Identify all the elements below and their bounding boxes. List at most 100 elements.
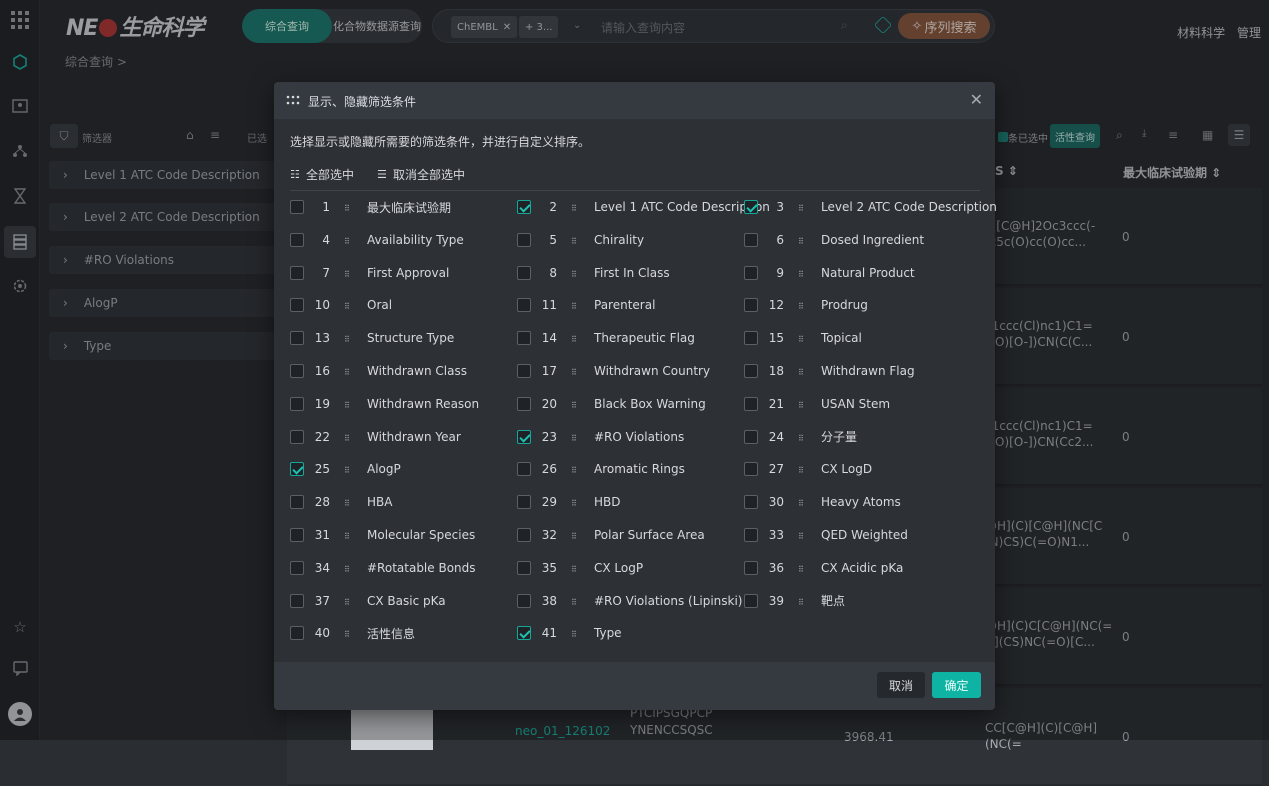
drag-handle-icon[interactable]: ⠿ (798, 533, 808, 537)
drag-handle-icon[interactable]: ⠿ (798, 303, 808, 307)
filter-option[interactable]: 22⠿Withdrawn Year (290, 427, 461, 447)
checkbox[interactable] (517, 561, 531, 575)
confirm-button[interactable]: 确定 (932, 672, 981, 698)
drag-handle-icon[interactable]: ⠿ (571, 566, 581, 570)
filter-option[interactable]: 5⠿Chirality (517, 230, 644, 250)
drag-handle-icon[interactable]: ⠿ (344, 631, 354, 635)
checkbox[interactable] (290, 200, 304, 214)
filter-option[interactable]: 7⠿First Approval (290, 263, 449, 283)
drag-handle-icon[interactable]: ⠿ (571, 500, 581, 504)
drag-handle-icon[interactable]: ⠿ (798, 238, 808, 242)
drag-handle-icon[interactable]: ⠿ (798, 566, 808, 570)
checkbox[interactable] (290, 331, 304, 345)
drag-handle-icon[interactable]: ⠿ (798, 435, 808, 439)
checkbox[interactable] (744, 397, 758, 411)
checkbox[interactable] (517, 364, 531, 378)
drag-handle-icon[interactable]: ⠿ (344, 205, 354, 209)
filter-option[interactable]: 16⠿Withdrawn Class (290, 361, 467, 381)
checkbox[interactable] (290, 462, 304, 476)
checkbox[interactable] (744, 266, 758, 280)
filter-option[interactable]: 20⠿Black Box Warning (517, 394, 706, 414)
drag-handle-icon[interactable]: ⠿ (571, 205, 581, 209)
drag-handle-icon[interactable]: ⠿ (571, 533, 581, 537)
drag-handle-icon[interactable]: ⠿ (344, 271, 354, 275)
checkbox[interactable] (517, 331, 531, 345)
select-all-button[interactable]: ☷全部选中 (290, 166, 354, 183)
drag-handle-icon[interactable]: ⠿ (571, 336, 581, 340)
filter-option[interactable]: 26⠿Aromatic Rings (517, 459, 685, 479)
filter-option[interactable]: 11⠿Parenteral (517, 295, 655, 315)
checkbox[interactable] (290, 397, 304, 411)
deselect-all-button[interactable]: ☰取消全部选中 (377, 166, 465, 183)
filter-option[interactable]: 15⠿Topical (744, 328, 862, 348)
drag-handle-icon[interactable]: ⠿ (571, 435, 581, 439)
checkbox[interactable] (517, 430, 531, 444)
drag-handle-icon[interactable]: ⠿ (571, 303, 581, 307)
filter-option[interactable]: 38⠿#RO Violations (Lipinski) (517, 591, 743, 611)
drag-handle-icon[interactable]: ⠿ (571, 238, 581, 242)
filter-option[interactable]: 18⠿Withdrawn Flag (744, 361, 915, 381)
filter-option[interactable]: 2⠿Level 1 ATC Code Description (517, 197, 770, 217)
checkbox[interactable] (744, 233, 758, 247)
filter-option[interactable]: 12⠿Prodrug (744, 295, 868, 315)
checkbox[interactable] (290, 561, 304, 575)
drag-handle-icon[interactable]: ⠿ (344, 369, 354, 373)
drag-handle-icon[interactable]: ⠿ (344, 599, 354, 603)
filter-option[interactable]: 8⠿First In Class (517, 263, 670, 283)
filter-option[interactable]: 13⠿Structure Type (290, 328, 454, 348)
checkbox[interactable] (744, 495, 758, 509)
filter-option[interactable]: 28⠿HBA (290, 492, 392, 512)
filter-option[interactable]: 23⠿#RO Violations (517, 427, 684, 447)
drag-handle-icon[interactable]: ⠿ (344, 336, 354, 340)
filter-option[interactable]: 21⠿USAN Stem (744, 394, 890, 414)
filter-option[interactable]: 40⠿活性信息 (290, 623, 415, 643)
drag-handle-icon[interactable]: ⠿ (571, 369, 581, 373)
filter-option[interactable]: 10⠿Oral (290, 295, 392, 315)
checkbox[interactable] (517, 397, 531, 411)
drag-handle-icon[interactable]: ⠿ (571, 402, 581, 406)
drag-handle-icon[interactable]: ⠿ (798, 271, 808, 275)
filter-option[interactable]: 24⠿分子量 (744, 427, 857, 447)
filter-option[interactable]: 3⠿Level 2 ATC Code Description (744, 197, 997, 217)
drag-handle-icon[interactable]: ⠿ (344, 402, 354, 406)
checkbox[interactable] (290, 364, 304, 378)
filter-option[interactable]: 41⠿Type (517, 623, 622, 643)
drag-handle-icon[interactable]: ⠿ (344, 533, 354, 537)
checkbox[interactable] (517, 495, 531, 509)
drag-handle-icon[interactable]: ⠿ (571, 467, 581, 471)
checkbox[interactable] (744, 561, 758, 575)
filter-option[interactable]: 27⠿CX LogD (744, 459, 872, 479)
drag-handle-icon[interactable]: ⠿ (798, 336, 808, 340)
checkbox[interactable] (290, 430, 304, 444)
filter-option[interactable]: 4⠿Availability Type (290, 230, 464, 250)
filter-option[interactable]: 19⠿Withdrawn Reason (290, 394, 479, 414)
filter-option[interactable]: 29⠿HBD (517, 492, 621, 512)
checkbox[interactable] (744, 364, 758, 378)
checkbox[interactable] (290, 528, 304, 542)
checkbox[interactable] (517, 233, 531, 247)
checkbox[interactable] (744, 594, 758, 608)
filter-option[interactable]: 17⠿Withdrawn Country (517, 361, 710, 381)
checkbox[interactable] (517, 528, 531, 542)
drag-handle-icon[interactable]: ⠿ (798, 500, 808, 504)
filter-option[interactable]: 35⠿CX LogP (517, 558, 643, 578)
checkbox[interactable] (744, 430, 758, 444)
checkbox[interactable] (290, 626, 304, 640)
checkbox[interactable] (290, 266, 304, 280)
checkbox[interactable] (744, 298, 758, 312)
filter-option[interactable]: 37⠿CX Basic pKa (290, 591, 446, 611)
drag-handle-icon[interactable]: ⠿ (798, 402, 808, 406)
filter-option[interactable]: 30⠿Heavy Atoms (744, 492, 901, 512)
filter-option[interactable]: 14⠿Therapeutic Flag (517, 328, 695, 348)
filter-option[interactable]: 36⠿CX Acidic pKa (744, 558, 903, 578)
checkbox[interactable] (744, 462, 758, 476)
checkbox[interactable] (517, 200, 531, 214)
checkbox[interactable] (744, 528, 758, 542)
filter-option[interactable]: 6⠿Dosed Ingredient (744, 230, 924, 250)
checkbox[interactable] (744, 200, 758, 214)
checkbox[interactable] (290, 594, 304, 608)
drag-handle-icon[interactable]: ⠿ (798, 467, 808, 471)
filter-option[interactable]: 9⠿Natural Product (744, 263, 915, 283)
filter-option[interactable]: 39⠿靶点 (744, 591, 845, 611)
drag-handle-icon[interactable]: ⠿ (344, 303, 354, 307)
